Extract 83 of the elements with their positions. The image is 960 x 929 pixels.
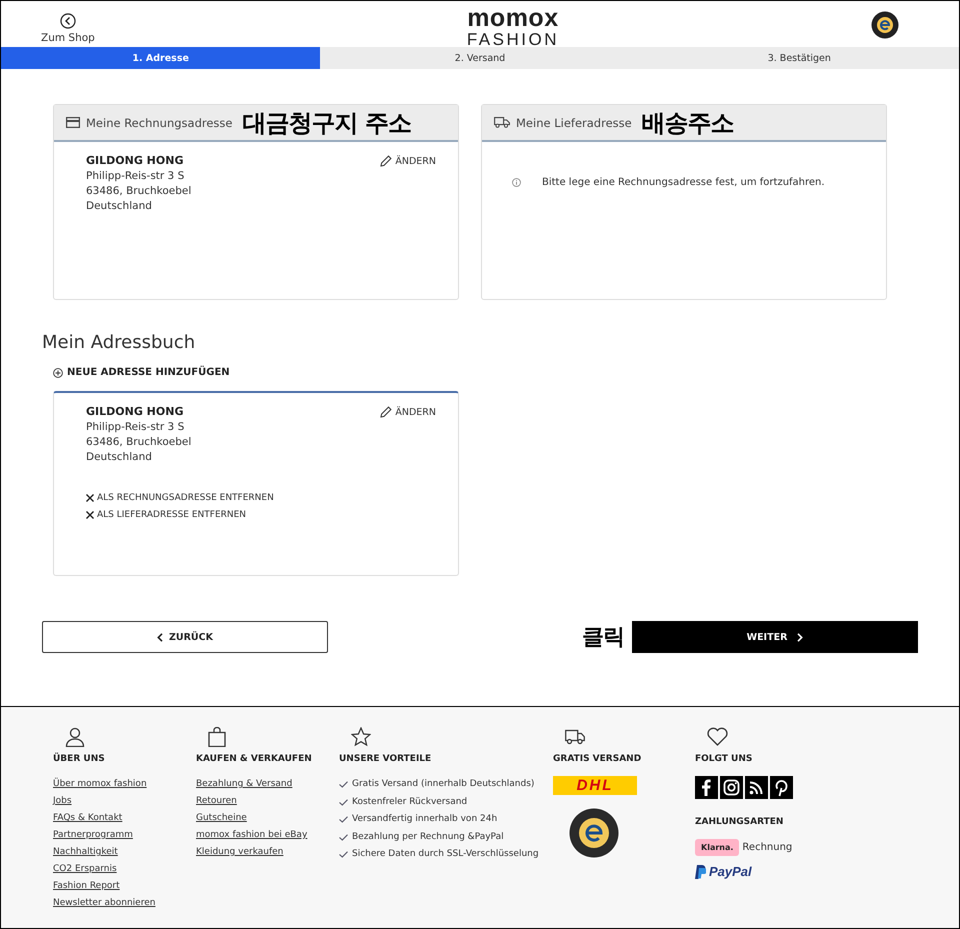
rss-icon[interactable] xyxy=(745,776,768,799)
section-title: Mein Adressbuch xyxy=(42,332,196,353)
benefit-text: Versandfertig innerhalb von 24h xyxy=(352,813,498,826)
footer-link[interactable]: FAQs & Kontakt xyxy=(53,810,122,827)
chevron-left-icon xyxy=(157,632,164,642)
footer-heading: FOLGT UNS xyxy=(695,754,752,764)
check-icon xyxy=(339,816,348,824)
benefit-text: Gratis Versand (innerhalb Deutschlands) xyxy=(352,778,534,791)
next-button[interactable]: WEITER xyxy=(632,621,918,653)
footer-heading: ÜBER UNS xyxy=(53,754,105,764)
footer-link[interactable]: Partnerprogramm xyxy=(53,827,133,844)
truck-icon xyxy=(494,117,510,128)
footer-link[interactable]: CO2 Ersparnis xyxy=(53,861,117,878)
check-icon xyxy=(339,851,348,858)
pinterest-icon[interactable] xyxy=(770,776,793,799)
remove-link[interactable]: ALS RECHNUNGSADRESSE ENTFERNEN xyxy=(86,493,458,503)
step-tab[interactable]: 1. Adresse xyxy=(1,47,320,69)
footer-heading: UNSERE VORTEILE xyxy=(339,754,432,764)
heart-icon xyxy=(707,727,728,747)
info-icon xyxy=(512,178,521,187)
payment-label: Rechnung xyxy=(742,842,792,853)
info-message: Bitte lege eine Rechnungsadresse fest, um fortzufahren. xyxy=(542,177,825,188)
footer-link[interactable]: Newsletter abonnieren xyxy=(53,895,156,912)
person-icon xyxy=(65,727,85,747)
close-icon xyxy=(86,511,94,519)
remove-link[interactable]: ALS LIEFERADRESSE ENTFERNEN xyxy=(86,510,458,520)
benefit-text: Kostenfreler Rückversand xyxy=(352,796,468,808)
chevron-right-icon xyxy=(797,632,804,642)
logo[interactable]: momox FASHION xyxy=(466,1,559,48)
truck-icon xyxy=(565,727,585,747)
footer-link[interactable]: Retouren xyxy=(196,793,237,810)
annotation-text: 배송주소 xyxy=(642,108,734,138)
address-name: GILDONG HONG xyxy=(86,405,184,418)
address-name: GILDONG HONG xyxy=(86,154,184,167)
back-link[interactable]: Zum Shop xyxy=(41,4,95,44)
plus-circle-icon xyxy=(53,368,63,378)
card-title: Meine Lieferadresse xyxy=(516,116,632,130)
trust-badge-icon xyxy=(569,808,619,858)
footer-heading: KAUFEN & VERKAUFEN xyxy=(196,754,312,764)
credit-card-icon xyxy=(66,117,80,128)
address-line: Deutschland xyxy=(86,450,153,465)
address-line: Deutschland xyxy=(86,199,153,214)
footer-link[interactable]: Bezahlung & Versand xyxy=(196,776,292,793)
edit-link[interactable]: ÄNDERN xyxy=(380,154,436,168)
footer-link[interactable]: Über momox fashion xyxy=(53,776,147,793)
check-icon xyxy=(339,798,348,806)
footer-link[interactable]: Nachhaltigkeit xyxy=(53,844,118,861)
instagram-icon[interactable] xyxy=(720,776,743,799)
address-line: 63486, Bruchkoebel xyxy=(86,184,192,199)
step-tab[interactable]: 2. Versand xyxy=(320,47,640,69)
footer-heading: GRATIS VERSAND xyxy=(553,754,642,764)
star-icon xyxy=(351,727,371,747)
step-tab[interactable]: 3. Bestätigen xyxy=(640,47,959,69)
paypal-logo: PayPal xyxy=(695,864,752,879)
shopping-bag-icon xyxy=(208,727,226,747)
check-icon xyxy=(339,834,348,841)
annotation-text: 대금청구지 주소 xyxy=(242,108,411,138)
back-icon xyxy=(60,12,76,28)
footer-link[interactable]: Jobs xyxy=(53,793,72,810)
footer-link[interactable]: Kleidung verkaufen xyxy=(196,844,284,861)
pencil-icon xyxy=(380,155,392,167)
trust-seal-icon xyxy=(870,11,899,39)
check-icon xyxy=(339,781,348,788)
dhl-logo: DHL xyxy=(553,776,637,795)
footer-heading: ZAHLUNGSARTEN xyxy=(695,817,784,827)
back-button[interactable]: ZURÜCK xyxy=(42,621,328,653)
benefit-text: Sichere Daten durch SSL-Verschlüsselung xyxy=(352,848,539,861)
card-title: Meine Rechnungsadresse xyxy=(86,116,232,130)
add-address-link[interactable]: NEUE ADRESSE HINZUFÜGEN xyxy=(42,367,918,378)
facebook-icon[interactable] xyxy=(695,776,718,799)
footer-link[interactable]: momox fashion bei eBay xyxy=(196,827,308,844)
footer-link[interactable]: Gutscheine xyxy=(196,810,247,827)
klarna-logo: Klarna. xyxy=(695,839,740,856)
benefit-text: Bezahlung per Rechnung &PayPal xyxy=(352,830,504,844)
annotation-text: 클릭 xyxy=(582,624,624,652)
pencil-icon xyxy=(380,406,392,418)
paypal-icon xyxy=(695,864,706,878)
address-line: Philipp-Reis-str 3 S xyxy=(86,420,186,435)
address-line: 63486, Bruchkoebel xyxy=(86,435,192,450)
address-line: Philipp-Reis-str 3 S xyxy=(86,169,186,184)
footer-link[interactable]: Fashion Report xyxy=(53,878,120,895)
edit-link[interactable]: ÄNDERN xyxy=(380,405,436,419)
close-icon xyxy=(86,494,94,502)
